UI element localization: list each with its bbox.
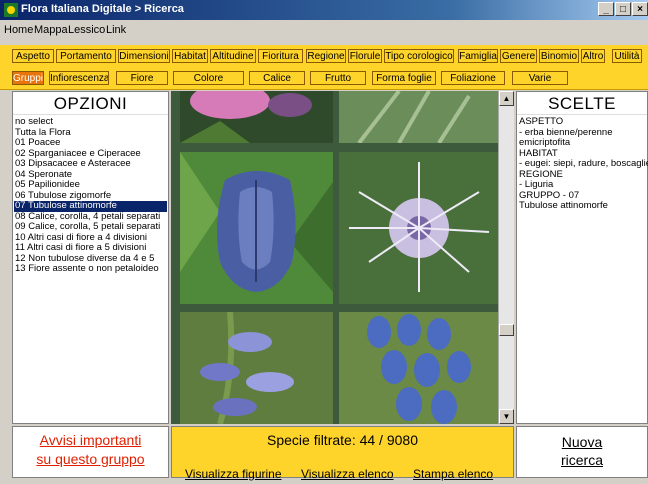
- tab-altro[interactable]: Altro: [581, 49, 605, 63]
- close-button[interactable]: ×: [632, 2, 648, 16]
- print-list-link[interactable]: Stampa elenco: [413, 467, 493, 481]
- minimize-button[interactable]: _: [598, 2, 614, 16]
- menu-lessico[interactable]: Lessico: [68, 24, 105, 36]
- choice-line: - eugei: siepi, radure, boscaglie: [519, 158, 648, 169]
- new-search-link-line1[interactable]: Nuova: [517, 427, 647, 451]
- tab-genere[interactable]: Genere: [500, 49, 537, 63]
- show-list-link[interactable]: Visualizza elenco: [301, 467, 394, 481]
- tab-gruppi[interactable]: Gruppi: [12, 71, 44, 85]
- tab-famiglia[interactable]: Famiglia: [458, 49, 498, 63]
- scroll-up-icon[interactable]: ▲: [499, 91, 514, 106]
- photo-scrollbar[interactable]: ▲ ▼: [498, 91, 514, 424]
- show-figures-link[interactable]: Visualizza figurine: [185, 467, 282, 481]
- tab-altitudine[interactable]: Altitudine: [210, 49, 256, 63]
- choice-line: emicriptofita: [519, 137, 571, 148]
- warnings-link-line1[interactable]: Avvisi importanti: [13, 431, 168, 450]
- tab-fioritura[interactable]: Fioritura: [258, 49, 303, 63]
- choices-list: ASPETTO - erba bienne/perenne emicriptof…: [517, 115, 648, 214]
- tab-utilita[interactable]: Utilità: [612, 49, 642, 63]
- tab-infiorescenza[interactable]: Infiorescenza: [49, 71, 109, 85]
- criteria-toolbar-2: Gruppi Infiorescenza Fiore Colore Calice…: [0, 67, 648, 90]
- tab-forma-foglie[interactable]: Forma foglie: [372, 71, 436, 85]
- tab-varie[interactable]: Varie: [512, 71, 568, 85]
- tab-habitat[interactable]: Habitat: [172, 49, 208, 63]
- tab-calice[interactable]: Calice: [249, 71, 305, 85]
- option-item[interactable]: 03 Dipsacacee e Asteracee: [14, 158, 167, 170]
- flower-photo-muscari[interactable]: [339, 312, 498, 424]
- options-panel: OPZIONI no select Tutta la Flora 01 Poac…: [12, 91, 169, 424]
- option-item[interactable]: 13 Fiore assente o non petaloideo: [14, 263, 167, 275]
- menu-bar: Home Mappa Lessico Link: [0, 20, 648, 40]
- tab-florule[interactable]: Florule: [348, 49, 382, 63]
- flower-photo-hyacinth[interactable]: [180, 312, 333, 424]
- choice-line: - Liguria: [519, 179, 554, 190]
- app-icon: [4, 3, 18, 17]
- scroll-down-icon[interactable]: ▼: [499, 409, 514, 424]
- option-item[interactable]: no select: [14, 116, 167, 128]
- species-photo-grid[interactable]: [171, 91, 498, 424]
- new-search-box: Nuova ricerca: [516, 426, 648, 478]
- filter-summary-box: Specie filtrate: 44 / 9080 Visualizza fi…: [171, 426, 514, 481]
- warnings-link-line2[interactable]: su questo gruppo: [13, 450, 168, 469]
- option-item[interactable]: 01 Poacee: [14, 137, 167, 149]
- choices-title: SCELTE: [517, 92, 647, 115]
- menu-link[interactable]: Link: [106, 24, 126, 36]
- maximize-button[interactable]: □: [615, 2, 631, 16]
- group-warnings-box: Avvisi importanti su questo gruppo: [12, 426, 169, 478]
- options-list: no select Tutta la Flora 01 Poacee 02 Sp…: [13, 115, 168, 277]
- menu-mappa[interactable]: Mappa: [34, 24, 68, 36]
- window-title: Flora Italiana Digitale > Ricerca: [21, 3, 184, 15]
- tab-portamento[interactable]: Portamento: [56, 49, 116, 63]
- tab-fiore[interactable]: Fiore: [116, 71, 168, 85]
- tab-frutto[interactable]: Frutto: [310, 71, 366, 85]
- tab-tipo-corologico[interactable]: Tipo corologico: [384, 49, 454, 63]
- tab-colore[interactable]: Colore: [173, 71, 244, 85]
- option-item[interactable]: 09 Calice, corolla, 5 petali separati: [14, 221, 167, 233]
- choices-panel: SCELTE ASPETTO - erba bienne/perenne emi…: [516, 91, 648, 424]
- choice-line: ASPETTO: [519, 116, 564, 127]
- option-item[interactable]: 05 Papilionidee: [14, 179, 167, 191]
- menu-home[interactable]: Home: [4, 24, 33, 36]
- criteria-toolbar-1: Aspetto Portamento Dimensioni Habitat Al…: [0, 45, 648, 67]
- flower-photo-grass[interactable]: [339, 91, 498, 143]
- choice-line: Tubulose attinomorfe: [519, 200, 608, 211]
- scroll-thumb[interactable]: [499, 324, 514, 336]
- option-item[interactable]: 11 Altri casi di fiore a 5 divisioni: [14, 242, 167, 254]
- tab-binomio[interactable]: Binomio: [539, 49, 579, 63]
- option-item[interactable]: 07 Tubulose attinomorfe: [14, 200, 167, 212]
- flower-photo-pink[interactable]: [180, 91, 333, 143]
- options-title: OPZIONI: [13, 92, 168, 115]
- species-count: Specie filtrate: 44 / 9080: [267, 432, 418, 448]
- flower-photo-phyteuma[interactable]: [339, 152, 498, 304]
- flower-photo-campanula[interactable]: [180, 152, 333, 304]
- tab-aspetto[interactable]: Aspetto: [12, 49, 54, 63]
- tab-dimensioni[interactable]: Dimensioni: [118, 49, 170, 63]
- new-search-link-line2[interactable]: ricerca: [517, 451, 647, 469]
- tab-foliazione[interactable]: Foliazione: [441, 71, 505, 85]
- tab-regione[interactable]: Regione: [306, 49, 346, 63]
- title-bar: Flora Italiana Digitale > Ricerca _ □ ×: [0, 0, 648, 20]
